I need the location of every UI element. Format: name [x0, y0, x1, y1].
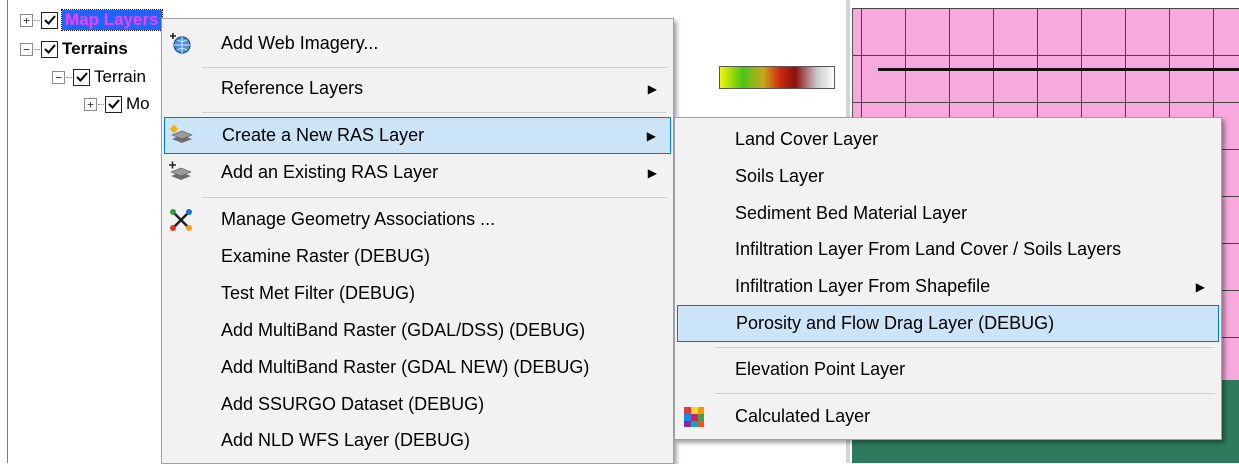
- legend-color-ramp: [719, 66, 835, 89]
- menu-item-label: Porosity and Flow Drag Layer (DEBUG): [736, 313, 1055, 333]
- layer-checkbox[interactable]: [73, 68, 90, 86]
- menu-item-label: Land Cover Layer: [735, 129, 879, 149]
- submenu-item-calculated-layer[interactable]: Calculated Layer: [677, 398, 1219, 435]
- layer-checkbox[interactable]: [105, 95, 122, 113]
- submenu-arrow-icon: ▶: [646, 128, 656, 143]
- tree-node-label[interactable]: Terrain: [94, 67, 146, 87]
- calculated-layer-icon: [680, 403, 708, 431]
- menu-item-label: Examine Raster (DEBUG): [221, 246, 431, 266]
- submenu-item-land-cover-layer[interactable]: Land Cover Layer: [677, 121, 1219, 158]
- menu-item-examine-raster[interactable]: Examine Raster (DEBUG): [164, 238, 671, 275]
- menu-separator: [715, 393, 1215, 394]
- geometry-associations-icon: [167, 206, 195, 234]
- tree-border: [7, 0, 8, 463]
- context-menu: Add Web Imagery... Reference Layers ▶ Cr…: [161, 18, 674, 464]
- menu-item-label: Reference Layers: [221, 78, 364, 98]
- layer-checkbox[interactable]: [41, 11, 58, 29]
- menu-item-label: Add MultiBand Raster (GDAL/DSS) (DEBUG): [221, 320, 586, 340]
- submenu-item-infiltration-from-shapefile[interactable]: Infiltration Layer From Shapefile ▶: [677, 268, 1219, 305]
- menu-item-label: Infiltration Layer From Land Cover / Soi…: [735, 239, 1122, 259]
- layers-new-icon: [168, 122, 196, 150]
- menu-separator: [715, 347, 1215, 348]
- menu-item-label: Sediment Bed Material Layer: [735, 203, 968, 223]
- menu-item-add-web-imagery[interactable]: Add Web Imagery...: [164, 25, 671, 62]
- menu-separator: [202, 197, 667, 198]
- menu-item-add-nld-wfs-layer[interactable]: Add NLD WFS Layer (DEBUG): [164, 422, 671, 459]
- menu-item-label: Add NLD WFS Layer (DEBUG): [221, 430, 471, 450]
- tree-node-terrain[interactable]: − Terrain: [52, 66, 146, 88]
- submenu-item-elevation-point-layer[interactable]: Elevation Point Layer: [677, 351, 1219, 388]
- tree-node-map-layers[interactable]: + Map Layers: [20, 9, 163, 31]
- expand-icon[interactable]: +: [20, 13, 33, 27]
- checkmark-icon: [75, 72, 88, 82]
- checkmark-icon: [107, 99, 120, 109]
- menu-item-label: Add an Existing RAS Layer: [221, 162, 439, 182]
- menu-item-label: Test Met Filter (DEBUG): [221, 283, 416, 303]
- submenu-arrow-icon: ▶: [1195, 279, 1205, 294]
- menu-item-manage-geometry-associations[interactable]: Manage Geometry Associations ...: [164, 201, 671, 238]
- menu-item-label: Calculated Layer: [735, 406, 871, 426]
- menu-item-add-multiband-raster-gdal-new[interactable]: Add MultiBand Raster (GDAL NEW) (DEBUG): [164, 349, 671, 386]
- tree-node-mo[interactable]: + Mo: [84, 93, 150, 115]
- map-feature-line: [878, 68, 1239, 71]
- submenu-item-infiltration-from-land-cover-soils[interactable]: Infiltration Layer From Land Cover / Soi…: [677, 231, 1219, 268]
- menu-item-label: Add MultiBand Raster (GDAL NEW) (DEBUG): [221, 357, 590, 377]
- menu-item-label: Add Web Imagery...: [221, 33, 379, 53]
- submenu-item-porosity-flow-drag-layer[interactable]: Porosity and Flow Drag Layer (DEBUG): [677, 305, 1219, 342]
- menu-separator: [202, 67, 667, 68]
- layers-add-icon: [167, 159, 195, 187]
- menu-item-label: Infiltration Layer From Shapefile: [735, 276, 991, 296]
- menu-item-add-existing-ras-layer[interactable]: Add an Existing RAS Layer ▶: [164, 154, 671, 191]
- submenu-item-sediment-bed-material-layer[interactable]: Sediment Bed Material Layer: [677, 195, 1219, 232]
- expand-icon[interactable]: +: [84, 97, 97, 111]
- tree-node-label[interactable]: Terrains: [62, 39, 128, 59]
- globe-add-icon: [167, 30, 195, 58]
- tree-node-terrains[interactable]: − Terrains: [20, 38, 128, 60]
- menu-item-create-new-ras-layer[interactable]: Create a New RAS Layer ▶: [164, 117, 671, 154]
- menu-item-add-multiband-raster-gdal-dss[interactable]: Add MultiBand Raster (GDAL/DSS) (DEBUG): [164, 312, 671, 349]
- submenu-arrow-icon: ▶: [647, 81, 657, 96]
- checkmark-icon: [43, 44, 56, 54]
- collapse-icon[interactable]: −: [52, 70, 65, 84]
- tree-node-label[interactable]: Mo: [126, 94, 150, 114]
- checkmark-icon: [43, 15, 56, 25]
- menu-item-label: Soils Layer: [735, 166, 825, 186]
- menu-item-test-met-filter[interactable]: Test Met Filter (DEBUG): [164, 275, 671, 312]
- layer-checkbox[interactable]: [41, 40, 58, 58]
- menu-item-label: Create a New RAS Layer: [222, 125, 425, 145]
- tree-node-label[interactable]: Map Layers: [61, 9, 163, 31]
- collapse-icon[interactable]: −: [20, 42, 33, 56]
- menu-item-label: Manage Geometry Associations ...: [221, 209, 496, 229]
- submenu-item-soils-layer[interactable]: Soils Layer: [677, 158, 1219, 195]
- menu-item-label: Add SSURGO Dataset (DEBUG): [221, 394, 485, 414]
- menu-item-reference-layers[interactable]: Reference Layers ▶: [164, 70, 671, 107]
- menu-item-add-ssurgo-dataset[interactable]: Add SSURGO Dataset (DEBUG): [164, 386, 671, 423]
- submenu-arrow-icon: ▶: [647, 165, 657, 180]
- create-ras-layer-submenu: Land Cover Layer Soils Layer Sediment Be…: [674, 117, 1222, 440]
- menu-item-label: Elevation Point Layer: [735, 359, 906, 379]
- menu-separator: [202, 112, 667, 113]
